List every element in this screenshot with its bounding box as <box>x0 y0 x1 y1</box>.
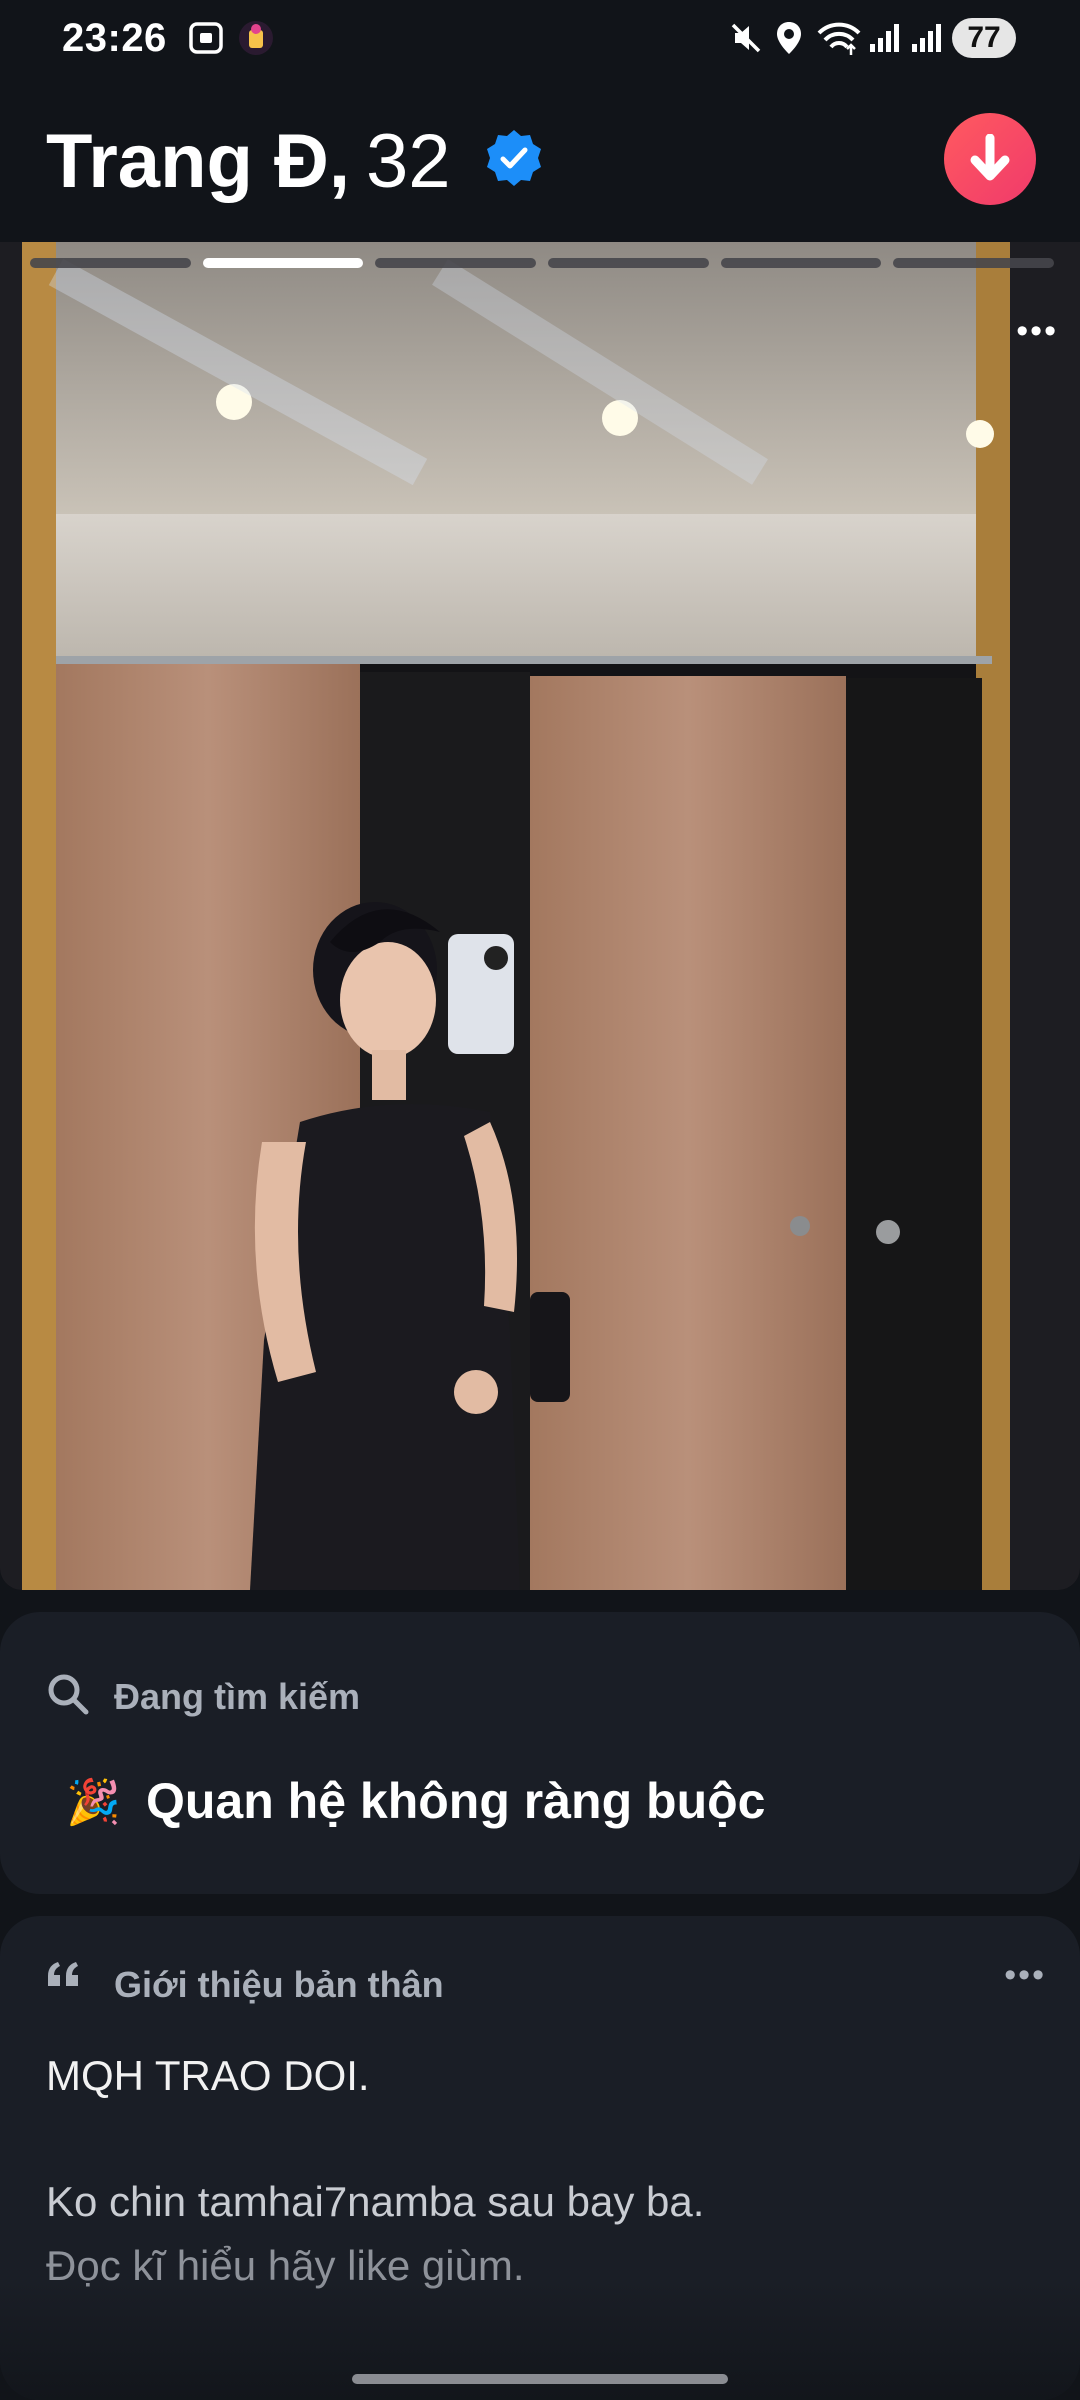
bio-more-button[interactable]: ••• <box>1004 1956 1046 1995</box>
status-time: 23:26 <box>62 16 167 60</box>
looking-for-card: Đang tìm kiếm 🎉 Quan hệ không ràng buộc <box>0 1612 1080 1894</box>
signal-icon <box>866 18 902 58</box>
photo-progress-segment[interactable] <box>720 258 882 268</box>
app-notification-icon <box>236 18 276 58</box>
signal-icon <box>908 18 944 58</box>
photo-progress-segment[interactable] <box>548 258 709 268</box>
bio-label: Giới thiệu bản thân <box>114 1964 444 2005</box>
photo-progress-segment[interactable] <box>893 258 1055 268</box>
party-popper-icon: 🎉 <box>66 1778 121 1827</box>
photo-progress <box>30 258 1055 268</box>
photo-progress-segment[interactable] <box>30 258 191 268</box>
bio-card: Giới thiệu bản thân ••• MQH TRAO DOI. Ko… <box>0 1916 1080 2400</box>
battery-indicator: 77 <box>952 18 1016 58</box>
search-icon <box>46 1672 90 1721</box>
verified-badge-icon[interactable] <box>484 128 544 188</box>
bio-text-line: Ko chin tamhai7namba sau bay ba. <box>46 2178 705 2225</box>
profile-photo[interactable]: ••• <box>0 242 1080 1590</box>
photo-progress-segment[interactable] <box>375 258 537 268</box>
arrow-down-icon <box>970 134 1010 181</box>
screenshot-icon <box>186 18 226 58</box>
quote-icon <box>46 1960 80 1993</box>
photo-more-button[interactable]: ••• <box>1016 312 1058 351</box>
close-profile-button[interactable] <box>944 113 1036 205</box>
profile-header: Trang Đ, 32 <box>0 90 1080 240</box>
profile-age: 32 <box>366 119 451 204</box>
status-bar: 23:26 77 <box>0 0 1080 80</box>
photo-progress-segment[interactable] <box>202 258 364 268</box>
profile-name: Trang Đ, <box>46 119 351 204</box>
looking-for-label: Đang tìm kiếm <box>114 1676 361 1717</box>
home-indicator[interactable] <box>352 2374 728 2384</box>
mute-icon <box>726 18 766 58</box>
wifi-icon <box>816 18 862 58</box>
bio-text-line: MQH TRAO DOI. <box>46 2052 370 2099</box>
location-icon <box>772 18 806 58</box>
photo-image <box>0 242 1080 1590</box>
looking-for-value: Quan hệ không ràng buộc <box>146 1773 766 1829</box>
